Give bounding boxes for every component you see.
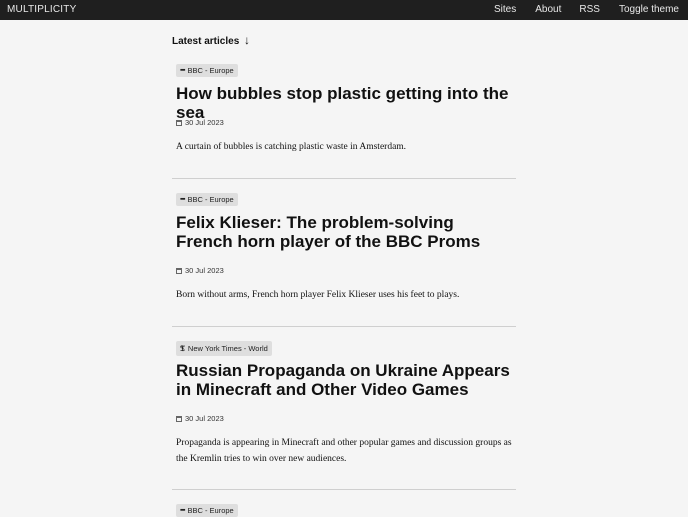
divider — [172, 489, 516, 490]
nyt-icon: 𝕿 — [180, 343, 185, 353]
article-date: 30 Jul 2023 — [176, 118, 224, 127]
top-nav: Sites About RSS Toggle theme — [494, 4, 679, 15]
article-date-text: 30 Jul 2023 — [185, 414, 224, 423]
article-date: 30 Jul 2023 — [176, 266, 224, 275]
top-nav-bar: MULTIPLICITY Sites About RSS Toggle them… — [0, 0, 688, 20]
calendar-icon — [176, 415, 182, 422]
article-title[interactable]: How bubbles stop plastic getting into th… — [176, 84, 512, 122]
bbc-icon: ▪▪▪ — [180, 67, 186, 74]
bbc-icon: ▪▪▪ — [180, 507, 186, 514]
article-date: 30 Jul 2023 — [176, 414, 224, 423]
source-badge[interactable]: 𝕿 New York Times - World — [176, 341, 272, 356]
article-summary: A curtain of bubbles is catching plastic… — [176, 142, 407, 152]
section-title-text: Latest articles — [172, 36, 240, 47]
down-arrow-icon: ↓ — [244, 33, 251, 47]
source-name: New York Times - World — [187, 344, 268, 353]
source-badge[interactable]: ▪▪▪ BBC - Europe — [176, 64, 238, 77]
article-date-text: 30 Jul 2023 — [185, 266, 224, 275]
article-title[interactable]: Russian Propaganda on Ukraine Appears in… — [176, 361, 512, 399]
article-summary: Propaganda is appearing in Minecraft and… — [176, 438, 512, 464]
nav-about-link[interactable]: About — [535, 4, 561, 15]
article-date-text: 30 Jul 2023 — [185, 118, 224, 127]
source-name: BBC - Europe — [187, 195, 234, 204]
section-title: Latest articles ↓ — [172, 33, 250, 47]
bbc-icon: ▪▪▪ — [180, 196, 186, 203]
nav-rss-link[interactable]: RSS — [579, 4, 600, 15]
source-name: BBC - Europe — [187, 66, 234, 75]
calendar-icon — [176, 267, 182, 274]
source-name: BBC - Europe — [187, 506, 234, 515]
source-badge[interactable]: ▪▪▪ BBC - Europe — [176, 193, 238, 206]
calendar-icon — [176, 119, 182, 126]
divider — [172, 178, 516, 179]
toggle-theme-button[interactable]: Toggle theme — [619, 4, 679, 15]
source-badge[interactable]: ▪▪▪ BBC - Europe — [176, 504, 238, 517]
site-brand[interactable]: MULTIPLICITY — [7, 4, 76, 15]
article-summary: Born without arms, French horn player Fe… — [176, 290, 460, 300]
article-title[interactable]: Felix Klieser: The problem-solving Frenc… — [176, 213, 512, 251]
divider — [172, 326, 516, 327]
nav-sites-link[interactable]: Sites — [494, 4, 516, 15]
